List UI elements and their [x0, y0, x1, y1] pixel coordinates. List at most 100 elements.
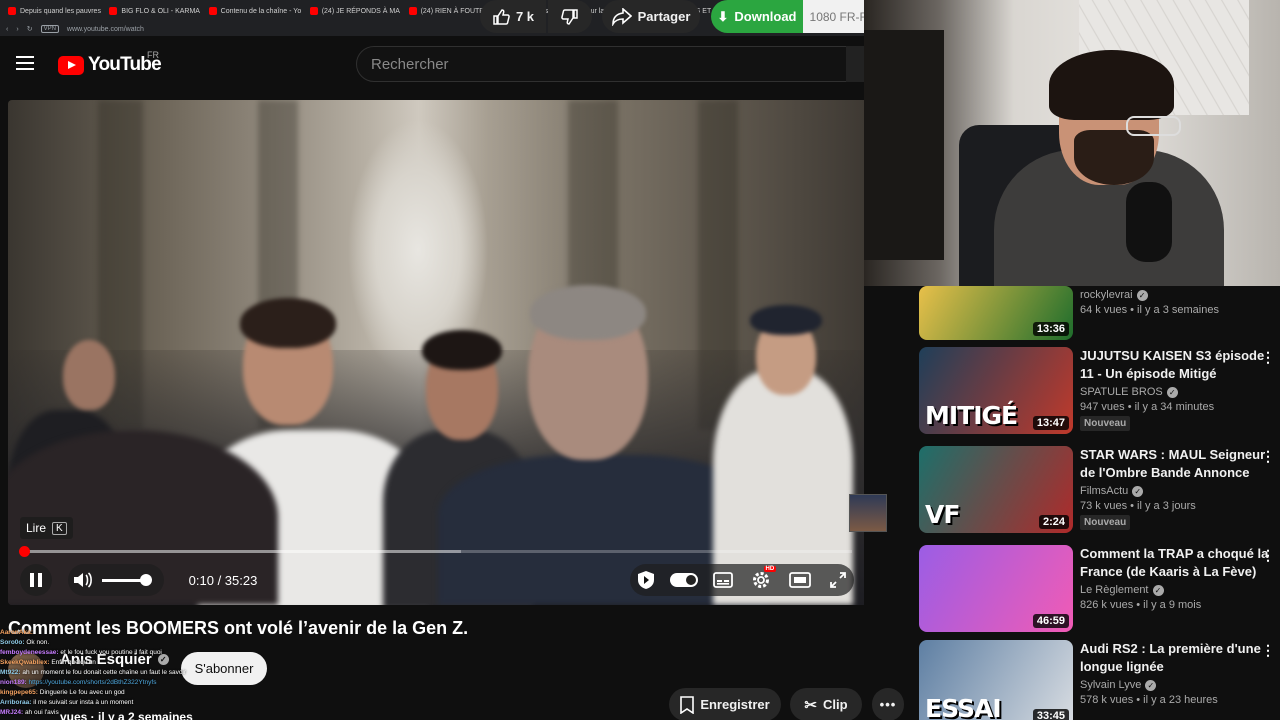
video-thumbnail[interactable]: 46:59 [919, 545, 1073, 632]
tooltip-label: Lire [26, 521, 47, 535]
youtube-logo[interactable]: YouTube [58, 54, 162, 76]
vpn-badge[interactable]: VPN [40, 25, 59, 33]
channel-watermark[interactable] [849, 494, 887, 532]
share-label: Partager [637, 9, 691, 24]
thumbnail-text: VF [925, 500, 960, 529]
chat-username: Mt922: [0, 669, 21, 676]
chat-text: ah un moment le fou donait cette chaîne … [22, 669, 187, 676]
recommended-channel[interactable]: FilmsActu [1080, 485, 1128, 497]
thumbs-down-icon [561, 8, 578, 25]
thumbnail-text: MITIGÉ [925, 401, 1018, 430]
sponsorblock-shield-icon[interactable] [630, 564, 662, 596]
video-thumbnail[interactable]: 13:36 [919, 286, 1073, 340]
video-thumbnail[interactable]: ESSAI 33:45 [919, 640, 1073, 720]
chat-text: Enfin quelqu'un [51, 659, 96, 666]
search-input[interactable]: Rechercher [356, 46, 864, 82]
browser-tab[interactable]: Contenu de la chaîne - Yo [201, 0, 302, 22]
more-options-icon[interactable]: ⋮ [1261, 448, 1275, 465]
chat-text: et le fou fuck vou poutine il fait quoi [60, 649, 162, 656]
chat-message: kingpepe65: Dinguerie Le fou avec un god [0, 688, 210, 698]
hd-badge: HD [763, 566, 777, 572]
recommended-title[interactable]: STAR WARS : MAUL Seigneur de l'Ombre Ban… [1080, 446, 1270, 482]
recommended-title[interactable]: Audi RS2 : La première d'une longue lign… [1080, 640, 1270, 676]
chat-link[interactable]: https://youtube.com/shorts/2dBthZ322Ytny… [29, 679, 157, 686]
chat-message: nion189: https://youtube.com/shorts/2dBt… [0, 678, 210, 688]
clip-button[interactable]: ✂ Clip [790, 688, 862, 720]
dislike-button[interactable] [548, 0, 592, 33]
recommended-channel[interactable]: SPATULE BROS [1080, 386, 1163, 398]
progress-bar[interactable] [18, 546, 852, 557]
browser-tab-label: Depuis quand les pauvres [20, 7, 101, 15]
recommended-channel-row[interactable]: Le Règlement ✓ [1080, 584, 1270, 596]
recommended-title[interactable]: Comment la TRAP a choqué la France (de K… [1080, 545, 1270, 581]
chat-username: MRJ24: [0, 709, 24, 716]
volume-icon[interactable] [73, 571, 93, 589]
video-info: STAR WARS : MAUL Seigneur de l'Ombre Ban… [1080, 446, 1270, 530]
chat-username: SkeekQwabliex: [0, 659, 50, 666]
reload-icon[interactable]: ↻ [27, 25, 33, 33]
recommended-channel-row[interactable]: rockylevrai ✓ [1080, 289, 1270, 301]
share-arrow-icon [611, 7, 632, 26]
duration-badge: 2:24 [1038, 515, 1069, 529]
recommended-meta: 73 k vues • il y a 3 jours [1080, 500, 1196, 512]
recommended-meta: 64 k vues • il y a 3 semaines [1080, 304, 1219, 316]
verified-check-icon: ✓ [1132, 485, 1144, 497]
volume-control[interactable] [68, 564, 164, 596]
browser-tab[interactable]: BIG FLO & OLI - KARMA [101, 0, 200, 22]
recommended-video[interactable]: MITIGÉ 13:47 JUJUTSU KAISEN S3 épisode 11 … [919, 347, 1275, 435]
recommended-video[interactable]: VF 2:24 STAR WARS : MAUL Seigneur de l'Omb… [919, 446, 1275, 534]
video-thumbnail[interactable]: VF 2:24 [919, 446, 1073, 533]
recommended-channel-row[interactable]: Sylvain Lyve ✓ [1080, 679, 1270, 691]
recommended-channel[interactable]: Le Règlement [1080, 584, 1149, 596]
browser-tab[interactable]: Depuis quand les pauvres [0, 0, 101, 22]
recommended-channel-row[interactable]: FilmsActu ✓ [1080, 485, 1270, 497]
video-info: Audi RS2 : La première d'une longue lign… [1080, 640, 1270, 706]
play-tooltip: Lire K [20, 517, 73, 539]
chat-username: femboydeneessae: [0, 649, 59, 656]
person-head [63, 340, 115, 410]
scrubber-handle[interactable] [18, 546, 30, 557]
webcam-person-beard [1074, 130, 1154, 185]
duration-badge: 33:45 [1032, 709, 1069, 720]
video-player[interactable] [8, 100, 864, 605]
fullscreen-icon[interactable] [822, 564, 854, 596]
download-label: Download [734, 9, 797, 24]
url-text[interactable]: www.youtube.com/watch [67, 26, 144, 33]
region-code: FR [147, 50, 159, 60]
share-button[interactable]: Partager [602, 0, 700, 33]
video-info: JUJUTSU KAISEN S3 épisode 11 - Un épisod… [1080, 347, 1270, 431]
youtube-icon [309, 7, 318, 15]
hamburger-menu-icon[interactable] [16, 56, 34, 70]
recommended-channel[interactable]: rockylevrai [1080, 289, 1133, 301]
chat-message: Mt922: ah un moment le fou donait cette … [0, 668, 210, 678]
webcam-microphone [1126, 182, 1172, 262]
more-options-icon[interactable]: ⋮ [1261, 349, 1275, 366]
download-button[interactable]: ⬇ Download [711, 0, 803, 33]
recommended-channel-row[interactable]: SPATULE BROS ✓ [1080, 386, 1270, 398]
chat-username: kingpepe65: [0, 689, 38, 696]
more-options-icon[interactable]: ⋮ [1261, 642, 1275, 659]
pause-button[interactable] [20, 564, 52, 596]
recommended-channel[interactable]: Sylvain Lyve [1080, 679, 1141, 691]
settings-gear-icon[interactable]: HD [745, 564, 777, 596]
forward-icon[interactable]: › [16, 26, 18, 33]
volume-handle[interactable] [140, 574, 152, 586]
thumbs-up-icon [493, 8, 510, 25]
recommended-video[interactable]: 46:59 Comment la TRAP a choqué la France … [919, 545, 1275, 633]
subtitles-icon[interactable] [707, 564, 739, 596]
save-button[interactable]: Enregistrer [669, 688, 781, 720]
more-options-icon[interactable]: ⋮ [1261, 547, 1275, 564]
video-thumbnail[interactable]: MITIGÉ 13:47 [919, 347, 1073, 434]
autoplay-toggle[interactable] [668, 564, 700, 596]
back-icon[interactable]: ‹ [6, 26, 8, 33]
theater-mode-icon[interactable] [784, 564, 816, 596]
like-button[interactable]: 7 k [480, 0, 546, 33]
browser-tab[interactable]: (24) JE RÉPONDS À MA [302, 0, 401, 22]
buffered-bar [20, 550, 461, 553]
recommended-video[interactable]: ESSAI 33:45 Audi RS2 : La première d'une l… [919, 640, 1275, 720]
search-button[interactable] [846, 46, 864, 82]
more-actions-button[interactable]: ••• [872, 688, 904, 720]
webcam-shelf [864, 30, 944, 260]
recommended-title[interactable]: JUJUTSU KAISEN S3 épisode 11 - Un épisod… [1080, 347, 1270, 383]
clip-label: Clip [823, 697, 848, 712]
